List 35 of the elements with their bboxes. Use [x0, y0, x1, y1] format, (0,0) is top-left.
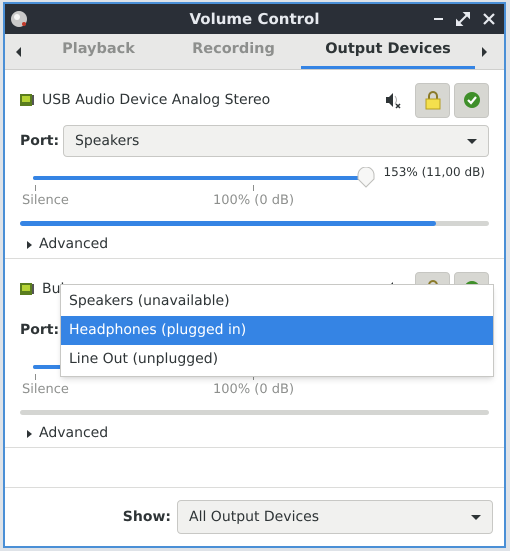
default-button[interactable] — [454, 82, 489, 118]
maximize-icon[interactable] — [456, 12, 470, 26]
lock-button[interactable] — [415, 82, 450, 118]
advanced-expander[interactable]: Advanced — [20, 234, 108, 255]
padlock-icon — [424, 90, 440, 110]
port-dropdown[interactable]: Speakers — [63, 125, 489, 157]
scroll-left-icon[interactable] — [16, 46, 21, 56]
port-label: Port: — [20, 132, 60, 150]
menu-item[interactable]: Headphones (plugged in) — [61, 316, 493, 345]
caret-icon — [467, 138, 477, 144]
tab[interactable]: Output Devices — [301, 34, 475, 69]
menu-item[interactable]: Speakers (unavailable) — [61, 287, 493, 316]
sound-card-icon — [20, 282, 34, 296]
device-name: USB Audio Device Analog Stereo — [42, 90, 272, 110]
slider-handle[interactable] — [357, 167, 375, 188]
volume-reading: 153% (11,00 dB) — [383, 164, 485, 181]
app-icon — [10, 10, 28, 28]
port-label: Port: — [20, 320, 60, 340]
scale-label: Silence — [22, 192, 69, 210]
close-icon[interactable] — [482, 12, 496, 26]
triangle-icon — [25, 240, 33, 248]
scale-label: 100% (0 dB) — [213, 381, 294, 399]
sound-card-icon — [20, 93, 34, 107]
advanced-expander[interactable]: Advanced — [20, 423, 108, 444]
scale-label: Silence — [22, 381, 69, 399]
show-label: Show: — [122, 508, 171, 526]
window-title: Volume Control — [190, 8, 320, 30]
caret-icon — [471, 514, 481, 520]
checkmark-icon — [462, 91, 480, 109]
speaker-icon[interactable] — [385, 92, 401, 108]
show-dropdown[interactable]: All Output Devices — [177, 500, 493, 534]
menu-item[interactable]: Line Out (unplugged) — [61, 345, 493, 374]
triangle-icon — [25, 430, 33, 438]
scale-label: 100% (0 dB) — [213, 192, 294, 210]
scroll-right-icon[interactable] — [482, 46, 487, 56]
